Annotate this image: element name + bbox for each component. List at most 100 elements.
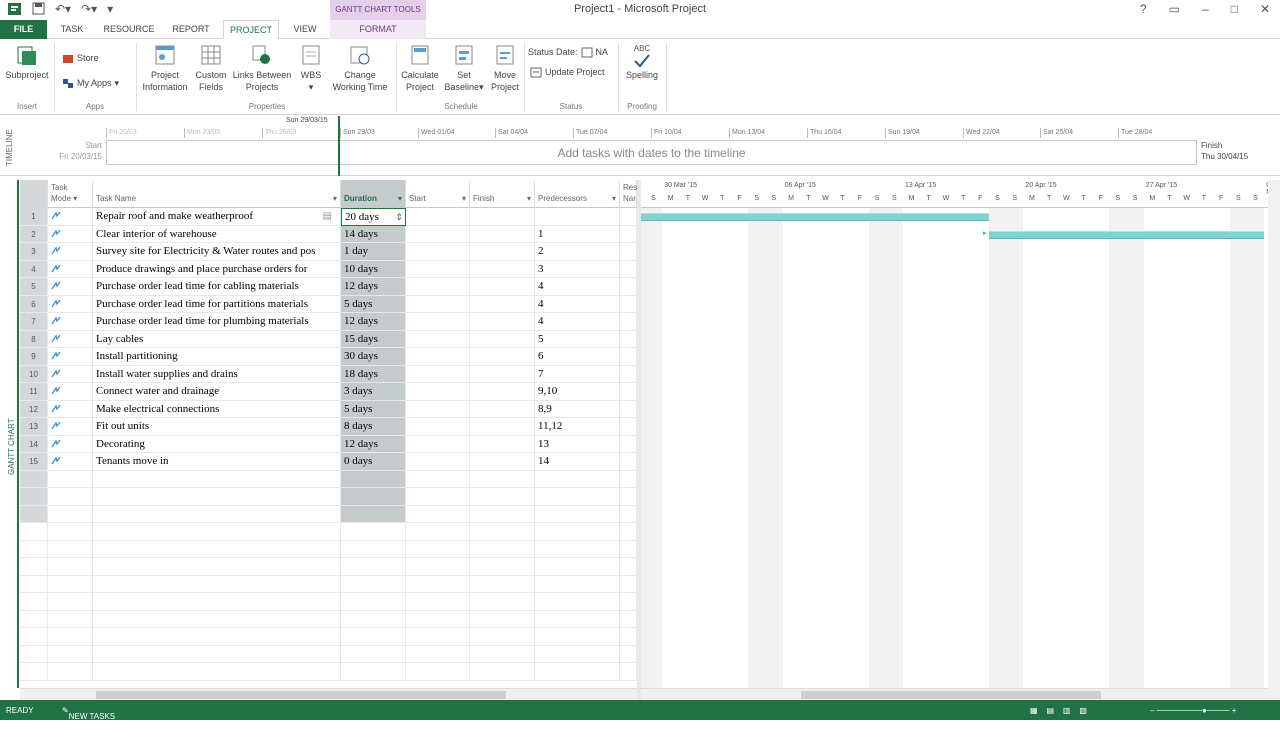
custom-fields-button[interactable]: Custom Fields — [192, 43, 230, 93]
predecessors-cell[interactable]: 6 — [535, 348, 620, 366]
column-header-duration[interactable]: Duration ▾ — [341, 180, 406, 208]
predecessors-cell[interactable]: 5 — [535, 330, 620, 348]
start-cell[interactable] — [406, 593, 470, 611]
column-header-predecessors[interactable]: Predecessors ▾ — [535, 180, 620, 208]
resource-cell[interactable] — [620, 663, 637, 681]
finish-cell[interactable] — [470, 453, 535, 471]
task-mode-cell[interactable] — [48, 540, 93, 558]
row-id[interactable]: 11 — [20, 383, 48, 401]
table-row[interactable]: 12 Make electrical connections 5 days 8,9 — [20, 400, 637, 418]
resource-cell[interactable] — [620, 540, 637, 558]
table-row[interactable]: 10 Install water supplies and drains 18 da… — [20, 365, 637, 383]
finish-cell[interactable] — [470, 330, 535, 348]
gantt-horizontal-scrollbar[interactable] — [641, 688, 1268, 700]
tab-resource[interactable]: RESOURCE — [100, 20, 158, 39]
finish-cell[interactable] — [470, 558, 535, 576]
predecessors-cell[interactable] — [535, 575, 620, 593]
start-cell[interactable] — [406, 313, 470, 331]
task-name-cell[interactable] — [93, 610, 341, 628]
finish-cell[interactable] — [470, 208, 535, 226]
task-name-cell[interactable]: Lay cables — [93, 330, 341, 348]
task-bar[interactable] — [989, 230, 1264, 239]
finish-cell[interactable] — [470, 418, 535, 436]
column-header-start[interactable]: Start ▾ — [406, 180, 470, 208]
table-row[interactable]: 2 Clear interior of warehouse 14 days 1 — [20, 225, 637, 243]
task-mode-cell[interactable] — [48, 313, 93, 331]
finish-cell[interactable] — [470, 593, 535, 611]
row-id[interactable]: 6 — [20, 295, 48, 313]
finish-cell[interactable] — [470, 365, 535, 383]
duration-cell[interactable] — [341, 505, 406, 523]
resource-cell[interactable] — [620, 208, 637, 226]
task-mode-cell[interactable] — [48, 593, 93, 611]
start-cell[interactable] — [406, 435, 470, 453]
tab-task[interactable]: TASK — [52, 20, 92, 39]
duration-cell[interactable] — [341, 488, 406, 506]
task-mode-cell[interactable] — [48, 330, 93, 348]
minimize-icon[interactable]: – — [1202, 2, 1209, 16]
start-cell[interactable] — [406, 400, 470, 418]
finish-cell[interactable] — [470, 628, 535, 646]
row-id[interactable] — [20, 645, 48, 663]
spelling-button[interactable]: ABC Spelling — [622, 43, 662, 81]
task-name-cell[interactable] — [93, 663, 341, 681]
predecessors-cell[interactable] — [535, 523, 620, 541]
start-cell[interactable] — [406, 558, 470, 576]
links-between-projects-button[interactable]: Links Between Projects — [232, 43, 292, 93]
table-row[interactable]: 7 Purchase order lead time for plumbing m… — [20, 313, 637, 331]
project-information-button[interactable]: Project Information — [142, 43, 188, 93]
resource-cell[interactable] — [620, 418, 637, 436]
start-cell[interactable] — [406, 540, 470, 558]
predecessors-cell[interactable] — [535, 208, 620, 226]
finish-cell[interactable] — [470, 295, 535, 313]
empty-table-row[interactable] — [20, 628, 637, 646]
task-mode-cell[interactable] — [48, 610, 93, 628]
task-mode-cell[interactable] — [48, 628, 93, 646]
resource-cell[interactable] — [620, 295, 637, 313]
row-id[interactable]: 12 — [20, 400, 48, 418]
duration-cell[interactable]: 14 days — [341, 225, 406, 243]
column-header-resource-names[interactable]: Res Nar — [620, 180, 637, 208]
row-id[interactable]: 14 — [20, 435, 48, 453]
empty-table-row[interactable] — [20, 575, 637, 593]
undo-icon[interactable]: ↶▾ — [55, 2, 71, 19]
resource-cell[interactable] — [620, 558, 637, 576]
predecessors-cell[interactable] — [535, 610, 620, 628]
task-mode-cell[interactable] — [48, 558, 93, 576]
row-id[interactable] — [20, 610, 48, 628]
task-name-cell[interactable] — [93, 488, 341, 506]
duration-cell[interactable]: 15 days — [341, 330, 406, 348]
predecessors-cell[interactable]: 2 — [535, 243, 620, 261]
task-name-cell[interactable]: Tenants move in — [93, 453, 341, 471]
change-working-time-button[interactable]: Change Working Time — [328, 43, 392, 93]
row-id[interactable]: 15 — [20, 453, 48, 471]
resource-cell[interactable] — [620, 628, 637, 646]
start-cell[interactable] — [406, 663, 470, 681]
duration-cell[interactable] — [341, 593, 406, 611]
task-mode-cell[interactable] — [48, 295, 93, 313]
start-cell[interactable] — [406, 225, 470, 243]
empty-table-row[interactable] — [20, 540, 637, 558]
row-id[interactable]: 2 — [20, 225, 48, 243]
predecessors-cell[interactable] — [535, 505, 620, 523]
close-icon[interactable]: ✕ — [1260, 2, 1270, 16]
table-row[interactable]: 6 Purchase order lead time for partitions… — [20, 295, 637, 313]
maximize-icon[interactable]: □ — [1231, 2, 1238, 16]
row-id[interactable] — [20, 523, 48, 541]
duration-cell[interactable]: 12 days — [341, 313, 406, 331]
task-name-cell[interactable] — [93, 540, 341, 558]
task-name-cell[interactable] — [93, 505, 341, 523]
predecessors-cell[interactable] — [535, 593, 620, 611]
resource-cell[interactable] — [620, 523, 637, 541]
view-shortcut-icons[interactable]: ▦ ▤ ▥ ▧ — [1030, 706, 1087, 715]
task-mode-cell[interactable] — [48, 575, 93, 593]
task-mode-cell[interactable] — [48, 523, 93, 541]
duration-cell[interactable]: 30 days — [341, 348, 406, 366]
duration-cell[interactable]: 20 days ⇕ — [341, 208, 406, 226]
finish-cell[interactable] — [470, 313, 535, 331]
task-name-cell[interactable] — [93, 575, 341, 593]
empty-table-row[interactable] — [20, 505, 637, 523]
row-id[interactable] — [20, 470, 48, 488]
row-id[interactable]: 9 — [20, 348, 48, 366]
row-id[interactable] — [20, 628, 48, 646]
